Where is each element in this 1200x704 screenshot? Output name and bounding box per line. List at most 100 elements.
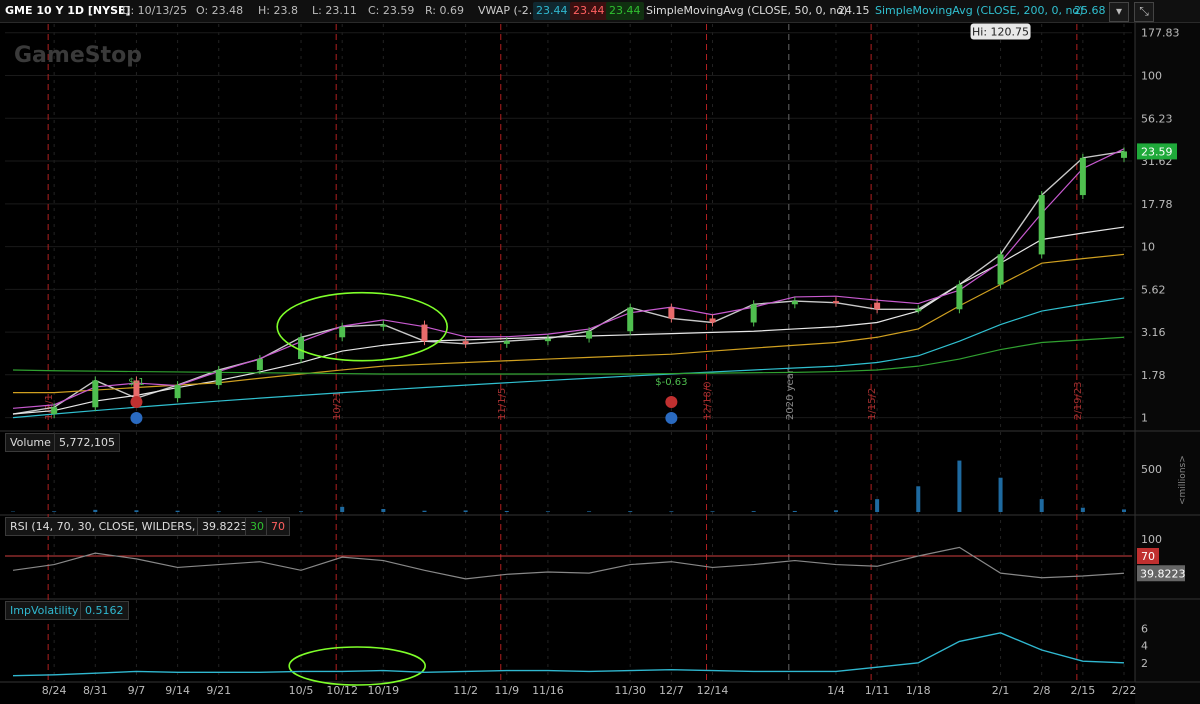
resize-icon[interactable]: ⤡ [1134, 2, 1154, 22]
candle-body [956, 284, 963, 310]
ohlc-date: D: 10/13/25 [122, 4, 188, 17]
volume-bar [957, 460, 962, 512]
candle-body [544, 338, 551, 342]
volume-bar [93, 509, 98, 512]
ohlc-range: R: 0.69 [425, 4, 464, 17]
volume-bar [216, 511, 221, 512]
x-tick-label: 8/31 [83, 684, 108, 697]
volume-bar [998, 477, 1003, 512]
volume-bar [875, 499, 880, 512]
rsi-value-tag: 39.8223 [1140, 567, 1186, 580]
high-label: Hi: 120.75 [972, 25, 1029, 38]
iv-panel-label: ImpVolatility [5, 601, 84, 620]
iv-panel-value: 0.5162 [80, 601, 129, 620]
iv-tick-label: 2 [1141, 657, 1148, 670]
volume-bar [463, 510, 468, 512]
volume-bar [1080, 507, 1085, 512]
x-tick-label: 11/9 [494, 684, 519, 697]
x-tick-label: 1/4 [827, 684, 845, 697]
sma50-label[interactable]: SimpleMovingAvg (CLOSE, 50, 0, no) [646, 0, 847, 22]
x-tick-label: 11/2 [453, 684, 478, 697]
x-tick-label: 10/12 [326, 684, 358, 697]
volume-unit-label: <millions> [1178, 455, 1188, 505]
ohlc-close: C: 23.59 [368, 4, 415, 17]
collapse-icon[interactable]: ▾ [1109, 2, 1129, 22]
x-tick-label: 2/22 [1112, 684, 1137, 697]
volume-bar [710, 511, 715, 512]
volume-bar [1122, 509, 1126, 512]
volume-bar [340, 506, 345, 512]
iv-line [12, 632, 1125, 677]
volume-bar [422, 510, 427, 512]
vwap-line [12, 148, 1125, 409]
rsi-tick-label: 70 [1141, 550, 1155, 563]
event-label: 10/21 [332, 391, 343, 420]
vwap-value-1: 23.44 [533, 2, 571, 20]
y-tick-label: 100 [1141, 69, 1162, 82]
candle-body [1079, 157, 1086, 196]
symbol-title[interactable]: GME 10 Y 1D [NYSE] [5, 0, 131, 22]
event-label: 2020 year [785, 368, 796, 420]
volume-bar [792, 510, 797, 512]
candle-body [750, 304, 757, 323]
rsi-line [12, 546, 1125, 580]
rsi-panel-label: RSI (14, 70, 30, CLOSE, WILDERS, no) [5, 517, 222, 536]
candle-body [668, 307, 675, 319]
x-tick-label: 12/14 [697, 684, 729, 697]
volume-bar [669, 511, 674, 512]
volume-panel-label: Volume [5, 433, 56, 452]
event-label: 12/18/0 [703, 381, 714, 420]
candle-body [627, 307, 634, 332]
candle-body [1121, 151, 1127, 158]
volume-bar [628, 511, 633, 512]
event-label: 1/15/2 [867, 388, 878, 420]
volume-bar [587, 511, 592, 512]
candle-body [874, 302, 881, 310]
y-tick-label: 5.62 [1141, 283, 1166, 296]
x-tick-label: 12/7 [659, 684, 684, 697]
x-tick-label: 8/24 [42, 684, 67, 697]
ohlc-open: O: 23.48 [196, 4, 244, 17]
volume-bar [52, 511, 57, 512]
last-price-label: 23.59 [1141, 145, 1173, 158]
volume-bar [299, 511, 304, 512]
candle-body [215, 369, 222, 386]
volume-bar [175, 510, 180, 512]
sma-green-line [12, 336, 1125, 375]
candle-body [339, 326, 346, 338]
candle-body [92, 380, 99, 408]
iv-tick-label: 4 [1141, 640, 1148, 653]
ohlc-high: H: 23.8 [258, 4, 298, 17]
dividend-annotation: $-0.63 [655, 377, 687, 388]
earnings-marker-icon [130, 396, 143, 408]
y-tick-label: 56.23 [1141, 112, 1173, 125]
sma200-value: 25.68 [1074, 4, 1106, 17]
chart-stage: 8/24 8/31 9/7 9/14 9/21 10/5 10/12 10/19 11/2 11/… [0, 22, 1200, 704]
candle-body [51, 407, 58, 415]
x-tick-label: 9/14 [165, 684, 190, 697]
volume-bar [833, 510, 838, 512]
y-tick-label: 1.78 [1141, 369, 1166, 382]
iv-tick-label: 6 [1141, 623, 1148, 636]
y-tick-label: 3.16 [1141, 326, 1166, 339]
volume-bar [257, 511, 262, 512]
candle-body [997, 254, 1004, 285]
earnings-marker-icon [665, 396, 678, 408]
candle-body [298, 337, 305, 360]
candle-body [503, 341, 510, 344]
volume-bar [916, 486, 921, 512]
annotation-ellipse-iv [288, 646, 426, 686]
rsi-tick-label: 100 [1141, 533, 1162, 546]
sma50-value: 24.15 [838, 4, 870, 17]
y-tick-label: 177.83 [1141, 27, 1180, 40]
candle-body [1038, 195, 1045, 255]
sma200-label[interactable]: SimpleMovingAvg (CLOSE, 200, 0, no) [875, 0, 1083, 22]
x-tick-label: 2/1 [992, 684, 1010, 697]
candle-body [709, 318, 716, 323]
candle-body [421, 324, 428, 342]
x-tick-label: 9/21 [206, 684, 231, 697]
x-tick-label: 9/7 [128, 684, 146, 697]
candle-body [832, 301, 839, 304]
vwap-value-2: 23.44 [570, 2, 608, 20]
ohlc-low: L: 23.11 [312, 4, 357, 17]
